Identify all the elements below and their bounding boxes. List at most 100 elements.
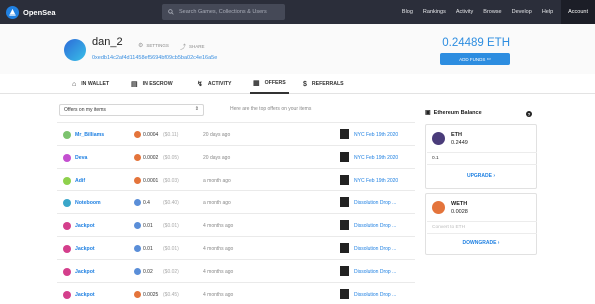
gear-icon: ⚙	[138, 43, 144, 49]
tab-label: IN WALLET	[81, 81, 110, 87]
offer-user-link[interactable]: Noteboom	[75, 200, 101, 206]
offer-item-link[interactable]: Dissolution Drop ...	[354, 292, 396, 298]
tab-in-escrow[interactable]: ▤ IN ESCROW	[131, 74, 173, 94]
search-icon	[168, 9, 174, 15]
offer-item-link[interactable]: Dissolution Drop ...	[354, 223, 396, 229]
eth-amount-input[interactable]: 0.1	[427, 152, 537, 165]
share-link[interactable]: ⤴ SHARE	[180, 42, 205, 51]
nav-link-blog[interactable]: Blog	[402, 9, 413, 15]
offer-row[interactable]: Adif 0.0001 ($0.03) a month ago NYC Feb 19th…	[57, 167, 415, 191]
eth-balance-card: ETH 0.2449 0.1 UPGRADE ›	[425, 124, 537, 189]
offer-row[interactable]: Jackpot 0.01 ($0.01) 4 months ago Dissolutio…	[57, 213, 415, 236]
offer-item-link[interactable]: Dissolution Drop ...	[354, 246, 396, 252]
offers-hint: Here are the top offers on your items	[230, 106, 312, 112]
offer-row[interactable]: Jackpot 0.02 ($0.02) 4 months ago Dissolutio…	[57, 258, 415, 282]
offer-row[interactable]: Deva 0.0002 ($0.05) 20 days ago NYC Feb 19th…	[57, 144, 415, 168]
offer-amount: 0.02	[143, 268, 153, 275]
upgrade-button[interactable]: UPGRADE ›	[426, 173, 536, 179]
offer-item-link[interactable]: Dissolution Drop ...	[354, 200, 396, 206]
offer-item-link[interactable]: NYC Feb 19th 2020	[354, 155, 398, 161]
search-placeholder: Search Games, Collections & Users	[179, 9, 267, 15]
offer-user-link[interactable]: Jackpot	[75, 292, 95, 298]
offer-item-link[interactable]: NYC Feb 19th 2020	[354, 178, 398, 184]
tab-label: REFERRALS	[311, 81, 344, 87]
offer-row[interactable]: Jackpot 0.0025 ($0.45) 4 months ago Dissolut…	[57, 281, 415, 304]
item-thumbnail[interactable]	[340, 129, 349, 139]
weth-value: 0.0028	[451, 209, 468, 215]
offer-item-link[interactable]: NYC Feb 19th 2020	[354, 132, 398, 138]
tab-in-wallet[interactable]: ⌂ IN WALLET	[72, 74, 109, 94]
share-icon: ⤴	[180, 45, 187, 51]
tag-icon: ⌂	[72, 80, 77, 88]
weth-token-icon	[432, 201, 445, 214]
downgrade-button[interactable]: DOWNGRADE ›	[426, 240, 536, 246]
card-icon: ▭	[486, 56, 491, 61]
offer-time: 4 months ago	[203, 268, 234, 275]
offer-item-link[interactable]: Dissolution Drop ...	[354, 269, 396, 275]
eth-token-icon	[432, 132, 445, 145]
settings-link[interactable]: ⚙ SETTINGS	[138, 42, 169, 49]
offers-table: Mr_Billiams 0.0004 ($0.11) 20 days ago NYC F…	[57, 122, 415, 304]
ethereum-balance-label: Ethereum Balance	[433, 109, 482, 116]
dollar-icon: $	[303, 80, 307, 88]
brand-logo[interactable]: OpenSea	[6, 5, 56, 19]
dai-coin-icon	[134, 244, 141, 252]
offer-usd-value: ($0.40)	[163, 200, 179, 207]
wallet-icon: ▣	[425, 110, 431, 116]
user-avatar	[63, 131, 71, 139]
offer-amount: 0.4	[143, 200, 150, 207]
offer-time: 4 months ago	[203, 223, 234, 230]
item-thumbnail[interactable]	[340, 265, 349, 276]
item-thumbnail[interactable]	[340, 220, 349, 231]
nav-link-account[interactable]: Account	[561, 0, 595, 24]
weth-coin-icon	[134, 131, 141, 138]
opensea-logo-icon	[6, 5, 19, 19]
tab-offers[interactable]: ▦ OFFERS	[250, 74, 289, 94]
offer-usd-value: ($0.11)	[163, 132, 179, 138]
tab-label: OFFERS	[264, 80, 286, 86]
item-thumbnail[interactable]	[340, 242, 349, 253]
nav-link-help[interactable]: Help	[542, 9, 553, 15]
wallet-address[interactable]: 0xedb14c2af4d11458ef5694bf09cb5ba02c4e16…	[92, 55, 217, 61]
user-avatar	[63, 176, 71, 185]
user-avatar	[63, 222, 71, 231]
offer-row[interactable]: Mr_Billiams 0.0004 ($0.11) 20 days ago NYC F…	[57, 122, 415, 145]
item-thumbnail[interactable]	[340, 288, 349, 299]
tab-referrals[interactable]: $ REFERRALS	[303, 74, 344, 94]
user-avatar	[63, 244, 71, 253]
nav-link-activity[interactable]: Activity	[456, 9, 473, 15]
tab-label: IN ESCROW	[142, 81, 173, 87]
offer-user-link[interactable]: Deva	[75, 155, 87, 161]
account-balance: 0.24489 ETH	[442, 37, 510, 49]
search-input[interactable]: Search Games, Collections & Users	[162, 4, 285, 20]
offer-user-link[interactable]: Adif	[75, 178, 85, 184]
username: dan_2	[92, 36, 123, 48]
avatar	[64, 39, 86, 61]
eth-amount-value: 0.1	[432, 156, 439, 161]
weth-coin-icon	[134, 153, 141, 161]
offer-user-link[interactable]: Mr_Billiams	[75, 132, 104, 138]
offer-time: a month ago	[203, 200, 231, 207]
tab-activity[interactable]: ↯ ACTIVITY	[197, 74, 232, 94]
nav-link-browse[interactable]: Browse	[483, 9, 501, 15]
offers-filter-select[interactable]: Offers on my items ⇕	[59, 104, 204, 116]
offer-usd-value: ($0.01)	[163, 223, 179, 230]
offer-user-link[interactable]: Jackpot	[75, 269, 95, 275]
weth-amount-input[interactable]: Convert to ETH	[427, 221, 537, 234]
add-funds-button[interactable]: ADD FUNDS ▭	[440, 53, 510, 65]
offer-user-link[interactable]: Jackpot	[75, 246, 95, 252]
user-avatar	[63, 199, 71, 208]
offer-row[interactable]: Noteboom 0.4 ($0.40) a month ago Dissolution…	[57, 190, 415, 213]
nav-link-develop[interactable]: Develop	[512, 9, 532, 15]
tab-label: ACTIVITY	[207, 81, 232, 87]
nav-link-rankings[interactable]: Rankings	[423, 9, 446, 15]
offer-time: 4 months ago	[203, 291, 234, 298]
item-thumbnail[interactable]	[340, 197, 349, 208]
offer-usd-value: ($0.03)	[163, 177, 179, 184]
item-thumbnail[interactable]	[340, 174, 349, 185]
offer-row[interactable]: Jackpot 0.01 ($0.01) 4 months ago Dissolutio…	[57, 235, 415, 259]
help-icon[interactable]: ?	[526, 111, 532, 117]
offer-user-link[interactable]: Jackpot	[75, 223, 95, 229]
item-thumbnail[interactable]	[340, 151, 349, 162]
offer-amount: 0.01	[143, 245, 153, 252]
